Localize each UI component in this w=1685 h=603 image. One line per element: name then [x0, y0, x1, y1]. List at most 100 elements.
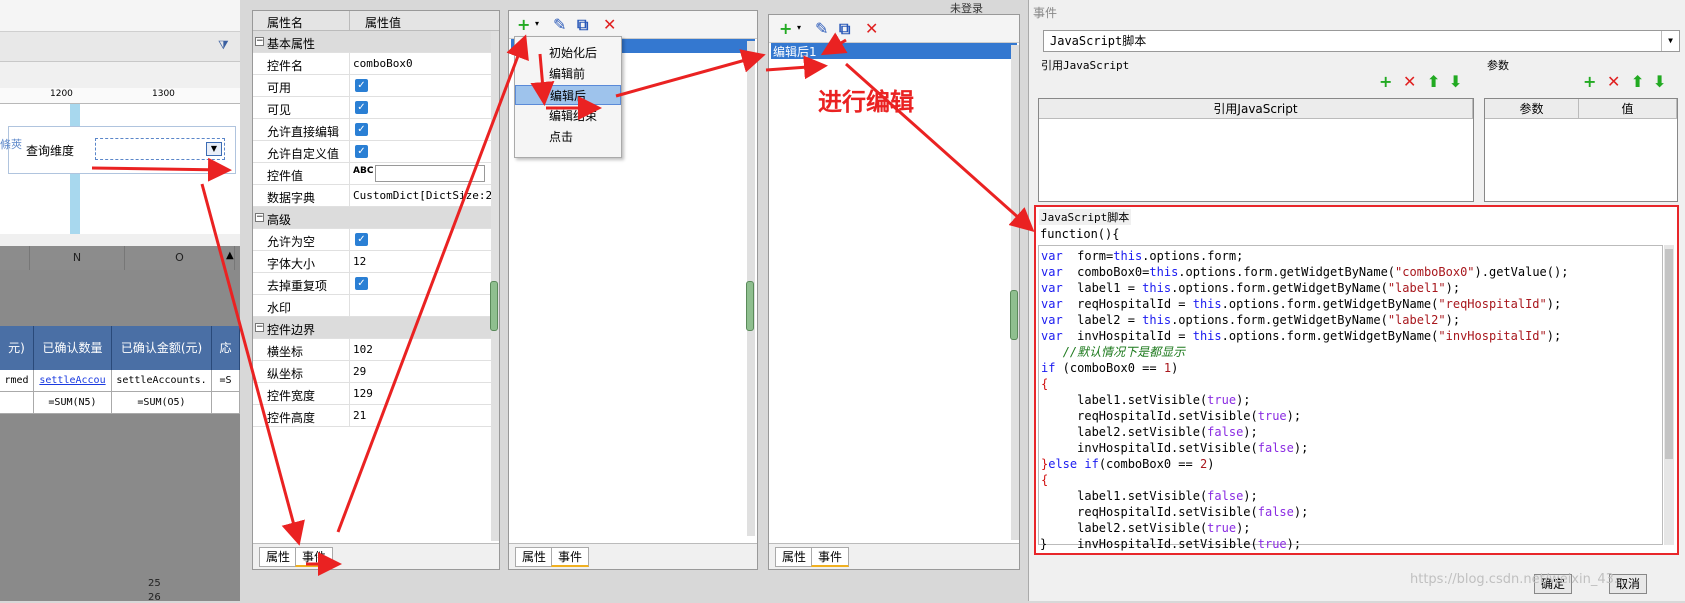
move-down-icon[interactable]: ⬇ [1653, 72, 1666, 91]
collapse-icon[interactable]: − [255, 37, 264, 46]
scroll-grip[interactable] [746, 281, 754, 331]
designer-toolbar: ⧩ [0, 32, 240, 62]
tab-properties[interactable]: 属性 [259, 547, 298, 567]
property-row[interactable]: 允许自定义值 ✓ [253, 141, 499, 163]
widget-value-input[interactable] [375, 165, 485, 182]
property-row[interactable]: 可用 ✓ [253, 75, 499, 97]
sheet-cell[interactable] [0, 392, 34, 414]
property-value[interactable]: comboBox0 [353, 57, 413, 70]
chevron-down-icon[interactable]: ▼ [1661, 31, 1679, 51]
property-checkbox[interactable]: ✓ [355, 101, 368, 114]
chevron-down-icon[interactable]: ▾ [797, 23, 801, 32]
chevron-down-icon[interactable]: ▾ [535, 19, 539, 28]
sheet-cell[interactable]: settleAccounts. [112, 370, 212, 392]
combobox-widget[interactable]: ▼ [95, 138, 225, 160]
ref-js-column-header[interactable]: 引用JavaScript [1039, 99, 1473, 119]
property-value[interactable]: 129 [353, 387, 373, 400]
property-checkbox[interactable]: ✓ [355, 79, 368, 92]
sheet-cell[interactable]: =SUM(O5) [112, 392, 212, 414]
sheet-cell[interactable]: rmed [0, 370, 34, 392]
property-value[interactable]: CustomDict[DictSize:2] [353, 189, 499, 202]
property-row[interactable]: 可见 ✓ [253, 97, 499, 119]
property-row[interactable]: 允许为空 ✓ [253, 229, 499, 251]
param-column-header[interactable]: 参数 [1485, 99, 1579, 119]
copy-icon[interactable]: ⧉ [577, 15, 588, 35]
collapse-icon[interactable]: − [255, 323, 264, 332]
property-value[interactable]: 29 [353, 365, 366, 378]
collapse-icon[interactable]: − [255, 213, 264, 222]
chevron-down-icon[interactable]: ▼ [206, 142, 222, 156]
scroll-grip[interactable] [490, 281, 498, 331]
copy-icon[interactable]: ⧉ [839, 19, 850, 39]
sheet-header-cell[interactable]: 応 [212, 326, 240, 370]
property-scrollbar[interactable] [490, 31, 499, 541]
property-row[interactable]: 纵坐标 29 [253, 361, 499, 383]
property-row[interactable]: 控件高度 21 [253, 405, 499, 427]
move-down-icon[interactable]: ⬇ [1449, 72, 1462, 91]
delete-icon[interactable]: ✕ [865, 19, 878, 38]
event-scrollbar[interactable] [746, 41, 755, 536]
tab-properties[interactable]: 属性 [515, 547, 554, 567]
property-checkbox[interactable]: ✓ [355, 145, 368, 158]
property-row[interactable]: 允许直接编辑 ✓ [253, 119, 499, 141]
delete-icon[interactable]: ✕ [603, 15, 616, 34]
move-up-icon[interactable]: ⬆ [1427, 72, 1440, 91]
property-group[interactable]: − 高级 [253, 207, 499, 229]
chevron-up-icon[interactable]: ▲ [226, 250, 234, 261]
property-row[interactable]: 控件名 comboBox0 [253, 53, 499, 75]
menu-item-before-edit[interactable]: 编辑前 [515, 64, 621, 84]
sheet-header-cell[interactable]: 已确认金额(元) [112, 326, 212, 370]
scroll-thumb[interactable] [1665, 249, 1673, 459]
sheet-cell[interactable]: =S [212, 370, 240, 392]
sheet-cell[interactable]: settleAccou [34, 370, 112, 392]
property-checkbox[interactable]: ✓ [355, 277, 368, 290]
script-type-select[interactable]: JavaScript脚本 ▼ [1043, 30, 1680, 52]
column-header[interactable]: N [30, 246, 125, 270]
delete-js-icon[interactable]: ✕ [1403, 72, 1416, 91]
sheet-cell[interactable] [212, 392, 240, 414]
property-row[interactable]: 字体大小 12 [253, 251, 499, 273]
property-group[interactable]: − 控件边界 [253, 317, 499, 339]
property-row[interactable]: 控件值 ABC [253, 163, 499, 185]
value-column-header[interactable]: 值 [1579, 99, 1677, 119]
add-icon[interactable]: + [779, 19, 792, 38]
property-row[interactable]: 水印 [253, 295, 499, 317]
menu-item-after-init[interactable]: 初始化后 [515, 43, 621, 63]
sheet-header-cell[interactable]: 已确认数量 [34, 326, 112, 370]
property-group[interactable]: − 基本属性 [253, 31, 499, 53]
query-dimension-label[interactable]: 查询维度 [26, 142, 74, 159]
edit-icon[interactable]: ✎ [815, 19, 828, 38]
property-row[interactable]: 控件宽度 129 [253, 383, 499, 405]
event-row-after-edit[interactable]: 编辑后1 [771, 43, 1017, 59]
code-text[interactable]: var form=this.options.form; var comboBox… [1041, 248, 1661, 552]
property-value[interactable]: 12 [353, 255, 366, 268]
property-value[interactable]: 21 [353, 409, 366, 422]
delete-param-icon[interactable]: ✕ [1607, 72, 1620, 91]
code-scrollbar[interactable] [1664, 245, 1674, 545]
add-param-icon[interactable]: + [1583, 72, 1596, 91]
scroll-grip[interactable] [1010, 290, 1018, 340]
move-up-icon[interactable]: ⬆ [1631, 72, 1644, 91]
property-row[interactable]: 数据字典 CustomDict[DictSize:2] [253, 185, 499, 207]
filter-icon[interactable]: ⧩ [218, 38, 229, 53]
tab-events[interactable]: 事件 [295, 547, 334, 567]
menu-item-edit-end[interactable]: 编辑结束 [515, 106, 621, 126]
edit-icon[interactable]: ✎ [553, 15, 566, 34]
text-type-icon[interactable]: ABC [353, 166, 373, 176]
property-value[interactable]: 102 [353, 343, 373, 356]
property-row[interactable]: 横坐标 102 [253, 339, 499, 361]
sheet-header-cell[interactable]: 元) [0, 326, 34, 370]
property-checkbox[interactable]: ✓ [355, 123, 368, 136]
add-js-icon[interactable]: + [1379, 72, 1392, 91]
property-checkbox[interactable]: ✓ [355, 233, 368, 246]
event-scrollbar[interactable] [1010, 45, 1019, 540]
menu-item-click[interactable]: 点击 [515, 127, 621, 147]
tab-events[interactable]: 事件 [811, 547, 850, 567]
property-row[interactable]: 去掉重复项 ✓ [253, 273, 499, 295]
add-icon[interactable]: + [517, 15, 530, 34]
tab-properties[interactable]: 属性 [775, 547, 814, 567]
tab-events[interactable]: 事件 [551, 547, 590, 567]
menu-item-after-edit[interactable]: 编辑后 [515, 85, 621, 105]
column-header[interactable]: O [125, 246, 235, 270]
sheet-cell[interactable]: =SUM(N5) [34, 392, 112, 414]
